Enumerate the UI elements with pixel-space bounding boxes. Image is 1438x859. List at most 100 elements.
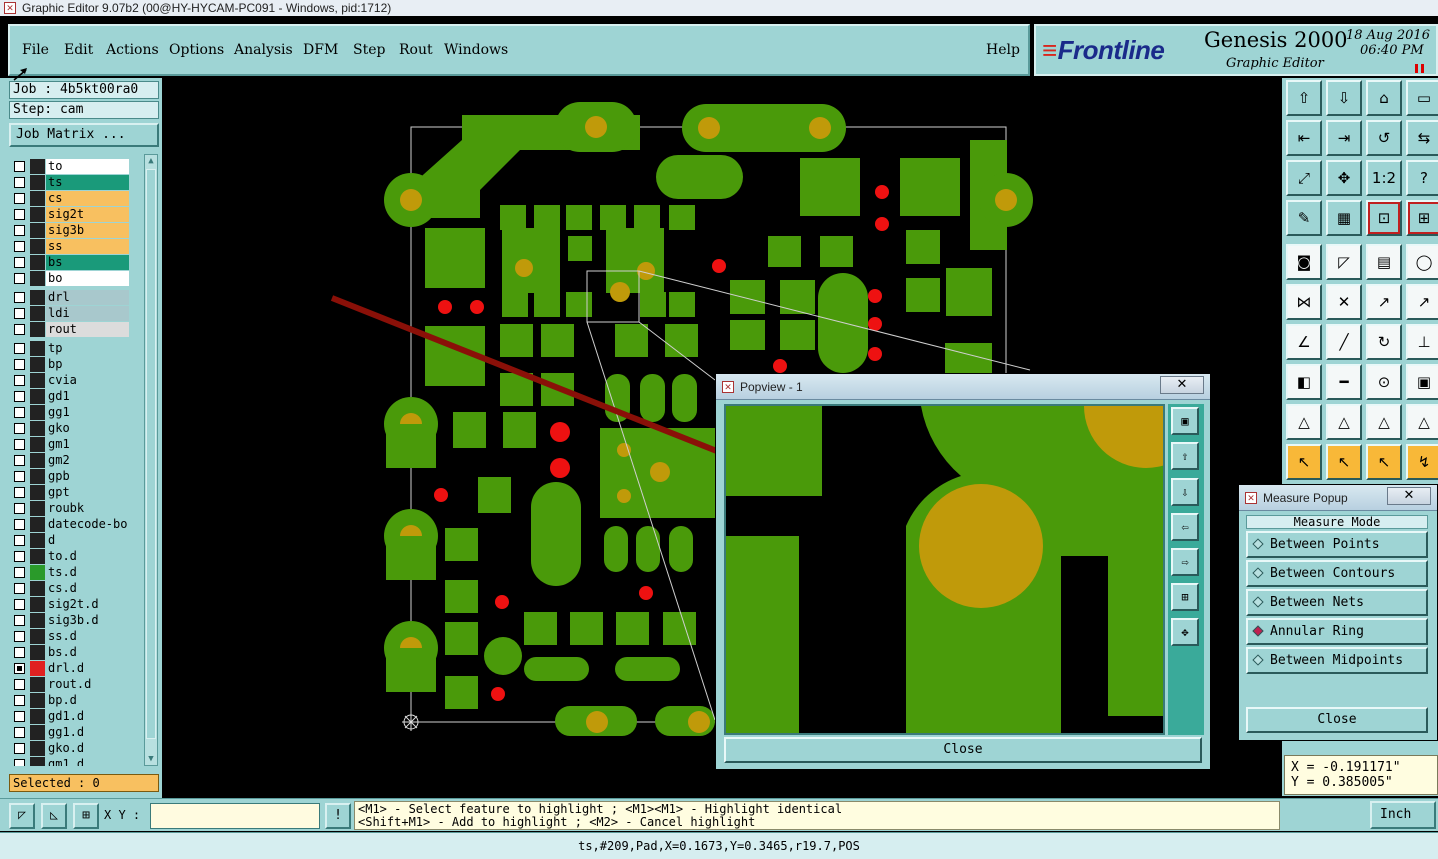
pad-hole bbox=[995, 189, 1017, 211]
ruler-tape-icon[interactable]: ▤ bbox=[1366, 244, 1402, 280]
window-icon[interactable]: ▭ bbox=[1406, 80, 1438, 116]
copper-pad bbox=[663, 612, 696, 645]
measure-mode-label: Measure Mode bbox=[1246, 515, 1428, 529]
alert-icon[interactable]: ! bbox=[325, 803, 351, 829]
radio-diamond-icon[interactable] bbox=[1252, 654, 1264, 666]
radio-diamond-icon[interactable] bbox=[1252, 596, 1264, 608]
pan-right-icon[interactable]: ⇥ bbox=[1326, 120, 1362, 156]
copper-pad bbox=[640, 292, 666, 317]
rotate-icon[interactable]: ↻ bbox=[1366, 324, 1402, 360]
popview-up-icon[interactable]: ⇧ bbox=[1171, 442, 1199, 470]
copper-pad bbox=[566, 205, 592, 230]
snap-grid-icon[interactable]: ⊞ bbox=[1406, 200, 1438, 236]
ruler-angle-icon[interactable]: ◺ bbox=[41, 803, 67, 829]
measure-tool-icon[interactable]: ◸ bbox=[9, 803, 35, 829]
drill-hit bbox=[868, 317, 882, 331]
text-icon[interactable]: ⊥ bbox=[1406, 324, 1438, 360]
triangle-icon[interactable]: △ bbox=[1286, 404, 1322, 440]
scale-1-2-icon[interactable]: 1:2 bbox=[1366, 160, 1402, 196]
measure-option[interactable]: Between Nets bbox=[1246, 589, 1428, 616]
measure-option-label: Between Contours bbox=[1270, 566, 1396, 581]
target-icon[interactable]: ⊙ bbox=[1366, 364, 1402, 400]
status-line: ts,#209,Pad,X=0.1673,Y=0.3465,r19.7,POS bbox=[0, 832, 1438, 859]
xy-input[interactable] bbox=[150, 803, 320, 829]
step-up-icon[interactable]: ⇧ bbox=[1286, 80, 1322, 116]
drill-hit bbox=[550, 458, 570, 478]
pan-loop-icon[interactable]: ⇆ bbox=[1406, 120, 1438, 156]
popview-titlebar[interactable]: ✕ Popview - 1 ✕ bbox=[716, 374, 1210, 400]
measure-option-label: Annular Ring bbox=[1270, 624, 1364, 639]
pan-left-icon[interactable]: ⇤ bbox=[1286, 120, 1322, 156]
triangle-b-icon[interactable]: △ bbox=[1366, 404, 1402, 440]
measure-close-button[interactable]: Close bbox=[1246, 707, 1428, 733]
copper-pad bbox=[453, 412, 486, 448]
radio-diamond-icon[interactable] bbox=[1252, 625, 1264, 637]
pan-right-icon-glyph: ⇥ bbox=[1337, 129, 1351, 147]
pause-icon[interactable] bbox=[1415, 64, 1424, 73]
popview-right-icon[interactable]: ⇨ bbox=[1171, 548, 1199, 576]
measure-option[interactable]: Between Midpoints bbox=[1246, 647, 1428, 674]
ruler-icon[interactable]: ✎ bbox=[1286, 200, 1322, 236]
pad-hole bbox=[400, 189, 422, 211]
circle-icon[interactable]: ◯ bbox=[1406, 244, 1438, 280]
measure-titlebar[interactable]: ✕ Measure Popup ✕ bbox=[1239, 485, 1437, 511]
measure-close-icon[interactable]: ✕ bbox=[1387, 487, 1431, 505]
popview-center-icon[interactable]: ✥ bbox=[1171, 618, 1199, 646]
units-button[interactable]: Inch bbox=[1370, 801, 1436, 829]
copper-pad bbox=[445, 580, 478, 613]
rect-point-icon[interactable]: ◧ bbox=[1286, 364, 1322, 400]
point-arrow-icon-glyph: ↗ bbox=[1377, 293, 1391, 311]
measure-option[interactable]: Annular Ring bbox=[1246, 618, 1428, 645]
grid-icon[interactable]: ▦ bbox=[1326, 200, 1362, 236]
help-icon[interactable]: ? bbox=[1406, 160, 1438, 196]
point-arrow-icon[interactable]: ↗ bbox=[1366, 284, 1402, 320]
popview-close-icon[interactable]: ✕ bbox=[1160, 376, 1204, 394]
radio-diamond-icon[interactable] bbox=[1252, 567, 1264, 579]
snap-grid-icon[interactable]: ⊞ bbox=[73, 803, 99, 829]
line-icon[interactable]: ╱ bbox=[1326, 324, 1362, 360]
zoom-center-icon-glyph: ✥ bbox=[1337, 169, 1351, 187]
triangle-a-icon[interactable]: △ bbox=[1326, 404, 1362, 440]
copper-pad bbox=[606, 228, 664, 293]
zoom-center-icon[interactable]: ✥ bbox=[1326, 160, 1362, 196]
select-point-icon[interactable]: ◙ bbox=[1286, 244, 1322, 280]
copper-pad bbox=[386, 536, 436, 580]
select-area-icon[interactable]: ◸ bbox=[1326, 244, 1362, 280]
minus-icon[interactable]: ━ bbox=[1326, 364, 1362, 400]
zoom-fit-icon[interactable]: ⤢ bbox=[1286, 160, 1322, 196]
squares-icon[interactable]: ▣ bbox=[1406, 364, 1438, 400]
angle-icon[interactable]: ∠ bbox=[1286, 324, 1322, 360]
snap-icon[interactable]: ⊡ bbox=[1366, 200, 1402, 236]
triangle-b-icon-glyph: △ bbox=[1378, 413, 1390, 431]
popview-window: ✕ Popview - 1 ✕ ▣ ⇧ ⇩ ⇦ ⇨ ⊞ ✥ Close bbox=[715, 373, 1211, 770]
copper-pad bbox=[669, 526, 693, 572]
copper-pad bbox=[768, 236, 801, 267]
arrow-cursor-icon[interactable]: ↖ bbox=[1286, 444, 1322, 480]
copper-pad bbox=[730, 320, 765, 350]
drill-hit bbox=[550, 422, 570, 442]
step-down-icon[interactable]: ⇩ bbox=[1326, 80, 1362, 116]
radio-diamond-icon[interactable] bbox=[1252, 538, 1264, 550]
popview-canvas[interactable] bbox=[724, 404, 1165, 735]
popview-tools: ▣ ⇧ ⇩ ⇦ ⇨ ⊞ ✥ bbox=[1168, 404, 1204, 735]
measure-option[interactable]: Between Contours bbox=[1246, 560, 1428, 587]
nodes-icon[interactable]: ⋈ bbox=[1286, 284, 1322, 320]
popview-fit-icon[interactable]: ⊞ bbox=[1171, 583, 1199, 611]
popview-down-icon[interactable]: ⇩ bbox=[1171, 478, 1199, 506]
measure-option[interactable]: Between Points bbox=[1246, 531, 1428, 558]
point-arrow2-icon[interactable]: ↗ bbox=[1406, 284, 1438, 320]
arrow-circle-icon[interactable]: ↖ bbox=[1366, 444, 1402, 480]
measure-popup: ✕ Measure Popup ✕ Measure Mode Between P… bbox=[1238, 484, 1438, 741]
popview-close-button[interactable]: Close bbox=[724, 737, 1202, 763]
popview-zoom-icon[interactable]: ▣ bbox=[1171, 407, 1199, 435]
triangle-c-icon[interactable]: △ bbox=[1406, 404, 1438, 440]
arrow-path-icon[interactable]: ↯ bbox=[1406, 444, 1438, 480]
cross-icon[interactable]: ✕ bbox=[1326, 284, 1362, 320]
home-icon[interactable]: ⌂ bbox=[1366, 80, 1402, 116]
pan-back-icon[interactable]: ↺ bbox=[1366, 120, 1402, 156]
copper-pad bbox=[534, 205, 560, 230]
arrow-select-icon[interactable]: ↖ bbox=[1326, 444, 1362, 480]
pad-hole bbox=[585, 116, 607, 138]
copper-pad bbox=[634, 205, 660, 230]
popview-left-icon[interactable]: ⇦ bbox=[1171, 513, 1199, 541]
